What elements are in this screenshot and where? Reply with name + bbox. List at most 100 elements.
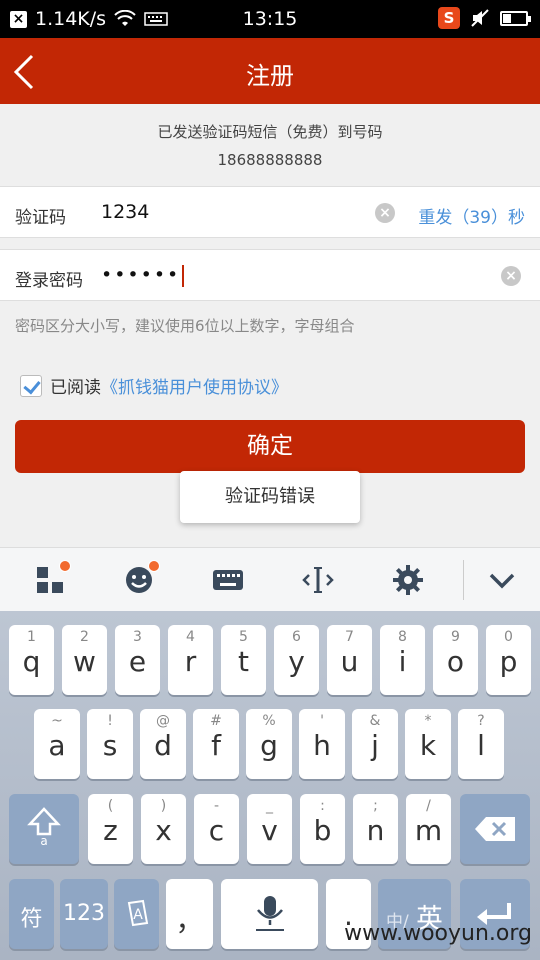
key-label: z	[103, 814, 118, 847]
key-o[interactable]: 9o	[433, 625, 478, 695]
key-f[interactable]: # f	[193, 709, 239, 779]
keyboard-toolbar	[0, 547, 540, 611]
key-secondary-label: _	[266, 798, 273, 814]
clear-code-icon[interactable]: ×	[375, 203, 395, 223]
key-z[interactable]: (z	[88, 794, 133, 864]
key-secondary-label: (	[107, 798, 114, 814]
sms-sent-info: 已发送验证码短信（免费）到号码 18688888888	[0, 104, 540, 186]
battery-icon	[500, 10, 531, 26]
gear-icon[interactable]	[392, 564, 424, 596]
password-row: 登录密码 •••••• ×	[0, 249, 540, 301]
key-secondary-label: 4	[186, 629, 195, 645]
keyboard-icon[interactable]	[212, 564, 244, 596]
key-label: v	[261, 814, 278, 847]
key-label: p	[499, 645, 518, 678]
password-label: 登录密码	[15, 271, 83, 291]
key-h[interactable]: ' h	[299, 709, 345, 779]
sms-sent-text: 已发送验证码短信（免费）到号码	[157, 123, 383, 141]
key-label: r	[184, 645, 197, 678]
key-secondary-label: -	[213, 798, 220, 814]
key-label: s	[102, 729, 118, 762]
error-toast: 验证码错误	[180, 471, 360, 523]
agreement-link[interactable]: 《抓钱猫用户使用协议》	[101, 373, 288, 398]
key-secondary-label: 9	[451, 629, 460, 645]
key-e[interactable]: 3e	[115, 625, 160, 695]
verify-code-input[interactable]: 1234	[101, 201, 149, 223]
key-a[interactable]: ~ a	[34, 709, 80, 779]
key-k[interactable]: * k	[405, 709, 451, 779]
key-s[interactable]: ! s	[87, 709, 133, 779]
notification-badge	[148, 560, 160, 572]
svg-text:a: a	[40, 834, 47, 846]
key-i[interactable]: 8i	[380, 625, 425, 695]
key-w[interactable]: 2w	[62, 625, 107, 695]
key-label: x	[155, 814, 172, 847]
key-label: j	[371, 729, 379, 762]
key-label: e	[128, 645, 147, 678]
agreement-prefix: 已阅读	[50, 378, 101, 398]
key-p[interactable]: 0p	[486, 625, 531, 695]
key-v[interactable]: _ v	[247, 794, 292, 864]
chevron-down-icon[interactable]	[486, 564, 518, 596]
key-secondary-label: #	[210, 713, 222, 729]
cursor-move-icon[interactable]	[302, 564, 334, 596]
key-secondary-label: %	[262, 713, 276, 729]
clear-password-icon[interactable]: ×	[501, 266, 521, 286]
page-title: 注册	[246, 62, 294, 90]
key-b[interactable]: :b	[300, 794, 345, 864]
backspace-key[interactable]	[460, 794, 530, 864]
key-t[interactable]: 5t	[221, 625, 266, 695]
key-label: y	[288, 645, 305, 678]
password-hint: 密码区分大小写，建议使用6位以上数字，字母组合	[15, 317, 355, 335]
key-l[interactable]: ? l	[458, 709, 504, 779]
symbol-key[interactable]: 符	[9, 879, 54, 949]
agreement-row: 已阅读 《抓钱猫用户使用协议》	[20, 373, 288, 398]
key-label: o	[446, 645, 465, 678]
key-n[interactable]: ; n	[353, 794, 398, 864]
key-g[interactable]: % g	[246, 709, 292, 779]
toolbar-divider	[463, 560, 464, 600]
key-secondary-label: 0	[504, 629, 513, 645]
app-bar: 注册	[0, 38, 540, 104]
key-secondary-label: 3	[133, 629, 142, 645]
key-secondary-label: 2	[80, 629, 89, 645]
key-label: u	[340, 645, 359, 678]
confirm-button[interactable]: 确定	[15, 420, 525, 473]
phone-number: 18688888888	[217, 151, 323, 169]
key-secondary-label: 6	[292, 629, 301, 645]
key-x[interactable]: ) x	[141, 794, 186, 864]
key-secondary-label: *	[424, 713, 432, 729]
sogou-ime-icon: S	[438, 7, 460, 29]
key-u[interactable]: 7u	[327, 625, 372, 695]
resend-button[interactable]: 重发（39）秒	[418, 203, 525, 228]
password-input[interactable]: ••••••	[101, 264, 185, 287]
key-label: q	[22, 645, 41, 678]
watermark: www.wooyun.org	[344, 921, 532, 946]
agreement-checkbox[interactable]	[20, 374, 42, 397]
key-label: c	[208, 814, 225, 847]
key-c[interactable]: -c	[194, 794, 239, 864]
key-q[interactable]: 1q	[9, 625, 54, 695]
key-label: g	[260, 729, 278, 762]
key-j[interactable]: & j	[352, 709, 398, 779]
handwriting-icon: A	[127, 899, 148, 927]
svg-text:A: A	[133, 907, 143, 923]
microphone-icon	[255, 896, 284, 931]
key-m[interactable]: / m	[406, 794, 451, 864]
key-y[interactable]: 6y	[274, 625, 319, 695]
text-cursor	[182, 264, 185, 287]
key-secondary-label: '	[320, 713, 324, 729]
space-voice-key[interactable]	[221, 879, 318, 949]
key-d[interactable]: @ d	[140, 709, 186, 779]
notification-badge	[59, 560, 71, 572]
key-secondary-label: !	[107, 713, 113, 729]
number-key[interactable]: 123	[60, 879, 108, 949]
key-label: f	[211, 729, 221, 762]
shift-key[interactable]: a	[9, 794, 79, 864]
key-label: k	[419, 729, 437, 762]
comma-key[interactable]: ，	[166, 879, 213, 949]
key-label: t	[238, 645, 249, 678]
handwriting-key[interactable]: A	[114, 879, 159, 949]
key-label: h	[313, 729, 331, 762]
key-r[interactable]: 4r	[168, 625, 213, 695]
